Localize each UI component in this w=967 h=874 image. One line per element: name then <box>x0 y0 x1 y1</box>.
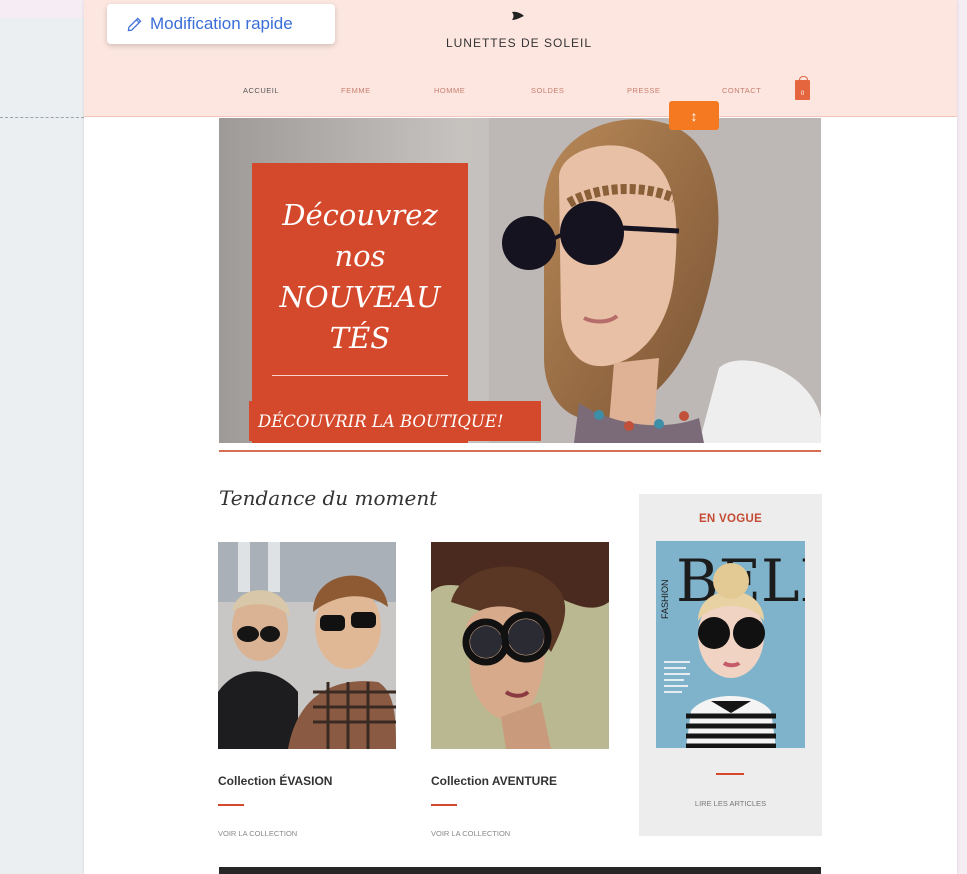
view-collection-link[interactable]: VOIR LA COLLECTION <box>431 829 510 838</box>
collection-divider <box>218 804 244 806</box>
hero-headline-line: Découvrez <box>282 198 438 232</box>
quick-edit-button[interactable]: Modification rapide <box>107 4 335 44</box>
collection-divider <box>431 804 457 806</box>
cart-count: 0 <box>800 91 805 97</box>
trends-title: Tendance du moment <box>219 486 438 510</box>
editor-left-gutter <box>0 18 84 874</box>
magazine-cover-image: BELLE FASHION <box>656 541 805 748</box>
hero-headline-line: NOUVEAU <box>279 280 441 314</box>
main-nav: ACCUEIL FEMME HOMME SOLDES PRESSE CONTAC… <box>84 86 957 100</box>
en-vogue-box: EN VOGUE BELLE FASHION <box>639 494 822 836</box>
nav-item-femme[interactable]: FEMME <box>341 86 371 95</box>
footer-bar <box>219 867 821 874</box>
magazine-side-text: FASHION <box>660 579 670 619</box>
hero-headline-line: TÉS <box>329 321 391 355</box>
nav-item-contact[interactable]: CONTACT <box>722 86 761 95</box>
magazine-cover[interactable]: BELLE FASHION <box>656 541 805 748</box>
aventure-collection-image <box>431 542 609 749</box>
header-resize-handle[interactable]: ↕ <box>669 101 719 130</box>
hero-divider-line <box>219 450 821 452</box>
nav-item-presse[interactable]: PRESSE <box>627 86 660 95</box>
header-guide-line <box>0 117 84 118</box>
pencil-icon <box>127 17 142 31</box>
nav-item-homme[interactable]: HOMME <box>434 86 465 95</box>
collection-image[interactable] <box>218 542 396 749</box>
site-header[interactable]: Modification rapide LUNETTES DE SOLEIL A… <box>84 0 957 117</box>
cart-icon[interactable]: 0 <box>795 76 810 100</box>
evasion-collection-image <box>218 542 396 749</box>
collection-title[interactable]: Collection AVENTURE <box>431 774 557 788</box>
view-collection-link[interactable]: VOIR LA COLLECTION <box>218 829 297 838</box>
hero-banner: Découvrez nos NOUVEAU TÉS DÉCOUVRIR LA B… <box>219 118 821 443</box>
site-page: Modification rapide LUNETTES DE SOLEIL A… <box>84 0 957 874</box>
collection-title[interactable]: Collection ÉVASION <box>218 774 332 788</box>
quick-edit-label: Modification rapide <box>150 14 293 33</box>
vogue-divider <box>716 773 744 775</box>
site-title[interactable]: LUNETTES DE SOLEIL <box>404 36 634 50</box>
collection-card[interactable]: Collection ÉVASION VOIR LA COLLECTION <box>218 542 396 842</box>
hero-model-image <box>489 118 821 443</box>
en-vogue-title: EN VOGUE <box>698 513 763 525</box>
logo-icon <box>512 11 524 20</box>
nav-item-accueil[interactable]: ACCUEIL <box>243 86 279 95</box>
collection-image[interactable] <box>431 542 609 749</box>
shop-cta-button[interactable]: DÉCOUVRIR LA BOUTIQUE! <box>249 401 541 441</box>
read-articles-link[interactable]: LIRE LES ARTICLES <box>639 799 822 808</box>
hero-headline: Découvrez nos NOUVEAU TÉS <box>252 195 468 359</box>
collection-card[interactable]: Collection AVENTURE VOIR LA COLLECTION <box>431 542 609 842</box>
nav-item-soldes[interactable]: SOLDES <box>531 86 564 95</box>
hero-divider <box>272 375 448 376</box>
hero-headline-line: nos <box>334 239 386 273</box>
vertical-arrows-icon: ↕ <box>690 107 698 124</box>
